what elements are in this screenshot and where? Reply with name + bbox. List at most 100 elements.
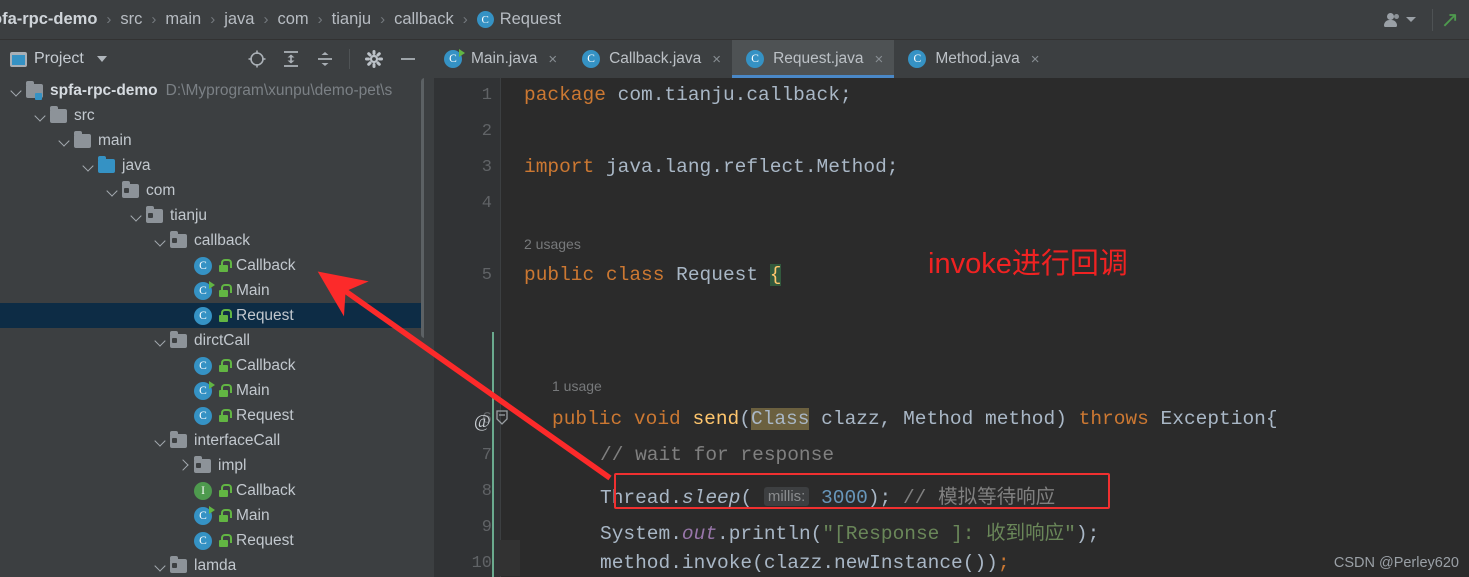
semicolon: ; [997,552,1010,574]
tree-row-request[interactable]: C Request [0,528,430,553]
breadcrumb-item-project[interactable]: ofa-rpc-demo [0,10,99,29]
editor-tab-callback-java[interactable]: C Callback.java × [568,40,732,78]
chevron-down-icon[interactable] [154,234,167,247]
tree-row-main[interactable]: C Main [0,503,430,528]
editor-tab-method-java[interactable]: C Method.java × [894,40,1050,78]
toolbar-divider [1431,8,1433,31]
chevron-down-icon[interactable] [96,56,107,62]
tree-row-lamda[interactable]: lamda [0,553,430,577]
breadcrumb-item-main[interactable]: main [163,10,203,29]
fold-gutter[interactable] [494,78,508,577]
package-icon [146,205,163,223]
inlay-usage-hint-method[interactable]: 1 usage [552,378,602,394]
chevron-down-icon[interactable] [154,559,167,572]
package-icon [170,330,187,348]
tree-row-spfa-rpc-demo[interactable]: spfa-rpc-demo D:\Myprogram\xunpu\demo-pet… [0,78,430,103]
class-name-request: Request [664,264,770,286]
tree-row-main[interactable]: main [0,128,430,153]
tree-row-callback[interactable]: I Callback [0,478,430,503]
person-menu-button[interactable] [1375,12,1424,27]
tree-row-request[interactable]: C Request [0,303,430,328]
inlay-usage-hint-class[interactable]: 2 usages [524,236,581,252]
chevron-down-icon[interactable] [130,209,143,222]
watermark: CSDN @Perley620 [1333,555,1459,571]
tree-row-label: Callback [236,356,296,374]
tree-row-java[interactable]: java [0,153,430,178]
ide-window: ofa-rpc-demo › src › main › java › com ›… [0,0,1469,577]
breadcrumb-item-callback[interactable]: callback [392,10,456,29]
class-runnable-icon: C [194,380,215,400]
close-icon[interactable]: × [548,51,557,68]
close-icon[interactable]: × [875,51,884,68]
tree-row-label: com [146,181,176,199]
breadcrumb-separator: › [263,11,269,28]
keyword-package: package [524,84,606,106]
breadcrumb-separator: › [380,11,386,28]
tree-row-callback[interactable]: C Callback [0,253,430,278]
lock-icon [218,534,232,547]
tree-row-src[interactable]: src [0,103,430,128]
breadcrumb-item-com[interactable]: com [275,10,310,29]
tree-row-callback[interactable]: C Callback [0,353,430,378]
code-line-3-rest: java.lang.reflect.Method; [594,156,899,178]
stmt-end: ); [1075,523,1100,545]
locate-icon[interactable] [247,49,267,69]
close-icon[interactable]: × [1031,51,1040,68]
class-icon: C [194,256,212,275]
chevron-down-icon[interactable] [58,134,71,147]
expand-all-icon[interactable] [281,49,301,69]
tree-row-interfacecall[interactable]: interfaceCall [0,428,430,453]
green-arrow-icon[interactable]: ↗ [1441,8,1469,31]
tree-row-label: callback [194,231,250,249]
tree-row-label: src [74,106,95,124]
code-line-3: import java.lang.reflect.Method; [524,156,898,178]
sp [681,408,693,430]
editor-gutter[interactable]: 123456789101112 @ [430,78,500,577]
folder-icon [74,130,91,148]
tree-row-dirctcall[interactable]: dirctCall [0,328,430,353]
chevron-down-icon[interactable] [106,184,119,197]
package-icon [170,555,187,573]
tree-row-com[interactable]: com [0,178,430,203]
project-window-icon [10,51,27,67]
tree-row-request[interactable]: C Request [0,403,430,428]
chevron-right-icon[interactable] [178,459,191,472]
chevron-down-icon[interactable] [10,84,23,97]
editor-tab-request-java[interactable]: C Request.java × [732,40,895,78]
invoke-statement: method.invoke(clazz.newInstance()) [600,552,998,574]
chevron-down-icon[interactable] [82,159,95,172]
chevron-down-icon[interactable] [154,334,167,347]
close-icon[interactable]: × [712,51,721,68]
tree-row-label: Main [236,281,270,299]
chevron-down-icon[interactable] [154,434,167,447]
line-number-9: 9 [481,518,492,537]
identifier-class-highlighted: Class [750,408,810,430]
tree-row-tianju[interactable]: tianju [0,203,430,228]
class-icon: C [746,50,765,68]
settings-gear-icon[interactable] [364,49,384,69]
chevron-down-icon[interactable] [34,109,47,122]
tree-row-main[interactable]: C Main [0,378,430,403]
folder-icon [50,105,67,123]
hide-icon[interactable] [398,49,418,69]
override-marker-icon[interactable]: @ [474,411,491,432]
keyword-import: import [524,156,595,178]
tree-row-impl[interactable]: impl [0,453,430,478]
tree-row-callback[interactable]: callback [0,228,430,253]
keyword-void: void [633,408,681,430]
tree-row-main[interactable]: C Main [0,278,430,303]
breadcrumb-item-src[interactable]: src [118,10,144,29]
breadcrumb-item-request[interactable]: C Request [475,10,563,29]
breadcrumb-item-tianju[interactable]: tianju [330,10,373,29]
keyword-throws: throws [1078,408,1149,430]
project-tree[interactable]: spfa-rpc-demo D:\Myprogram\xunpu\demo-pet… [0,78,430,577]
source-folder-icon [98,155,115,173]
tree-row-path: D:\Myprogram\xunpu\demo-pet\s [165,81,393,99]
collapse-all-icon[interactable] [315,49,335,69]
breadcrumb-item-java[interactable]: java [222,10,256,29]
lock-icon [218,284,232,297]
project-title-button[interactable]: Project [10,50,107,68]
editor-tab-main-java[interactable]: C Main.java × [430,40,568,78]
